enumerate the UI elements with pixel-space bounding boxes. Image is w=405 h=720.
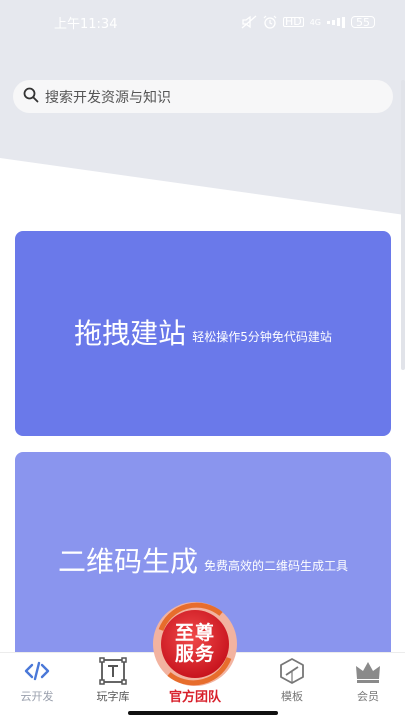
nav-label: 会员 (357, 690, 379, 703)
badge-text: 至尊 服务 (151, 600, 239, 688)
search-icon (23, 87, 39, 107)
card-drag-build-site[interactable]: 拖拽建站 轻松操作5分钟免代码建站 (15, 231, 391, 436)
text-box-icon (99, 657, 127, 685)
nav-label: 模板 (281, 690, 303, 703)
card-title: 拖拽建站 (74, 316, 187, 350)
search-placeholder: 搜索开发资源与知识 (45, 89, 171, 106)
badge-line-1: 至尊 (174, 622, 215, 644)
nav-label: 玩字库 (96, 690, 130, 703)
status-bar: 上午11:34 HD 4G 55 (0, 0, 405, 44)
signal-icon (327, 16, 345, 28)
battery-icon: 55 (351, 16, 375, 28)
nav-item-membership[interactable]: 会员 (338, 657, 398, 704)
mute-icon (241, 15, 257, 29)
card-subtitle: 免费高效的二维码生成工具 (204, 558, 349, 573)
crown-icon (354, 657, 382, 685)
cube-icon (278, 657, 306, 685)
badge-line-2: 服务 (174, 643, 215, 665)
app-screen: 上午11:34 HD 4G 55 搜索开发资源与知识 拖拽建站 轻松操作5分钟免… (0, 0, 405, 720)
scrollbar[interactable] (401, 80, 405, 370)
official-team-badge-button[interactable]: 至尊 服务 官方团队 (151, 600, 239, 705)
alarm-icon (263, 15, 277, 29)
home-indicator[interactable] (128, 711, 278, 715)
network-label: 4G (309, 17, 321, 27)
hd-icon: HD (282, 15, 304, 28)
nav-item-cloud-dev[interactable]: 云开发 (7, 657, 67, 704)
nav-label: 云开发 (20, 690, 54, 703)
nav-item-templates[interactable]: 模板 (262, 657, 322, 704)
nav-item-font-library[interactable]: 玩字库 (83, 657, 143, 704)
badge-label: 官方团队 (168, 690, 221, 705)
status-time: 上午11:34 (54, 16, 118, 32)
card-title: 二维码生成 (57, 545, 198, 578)
card-subtitle: 轻松操作5分钟免代码建站 (192, 330, 332, 344)
search-input[interactable]: 搜索开发资源与知识 (13, 80, 393, 113)
code-icon (23, 657, 51, 685)
status-icons: HD 4G 55 (241, 15, 375, 29)
